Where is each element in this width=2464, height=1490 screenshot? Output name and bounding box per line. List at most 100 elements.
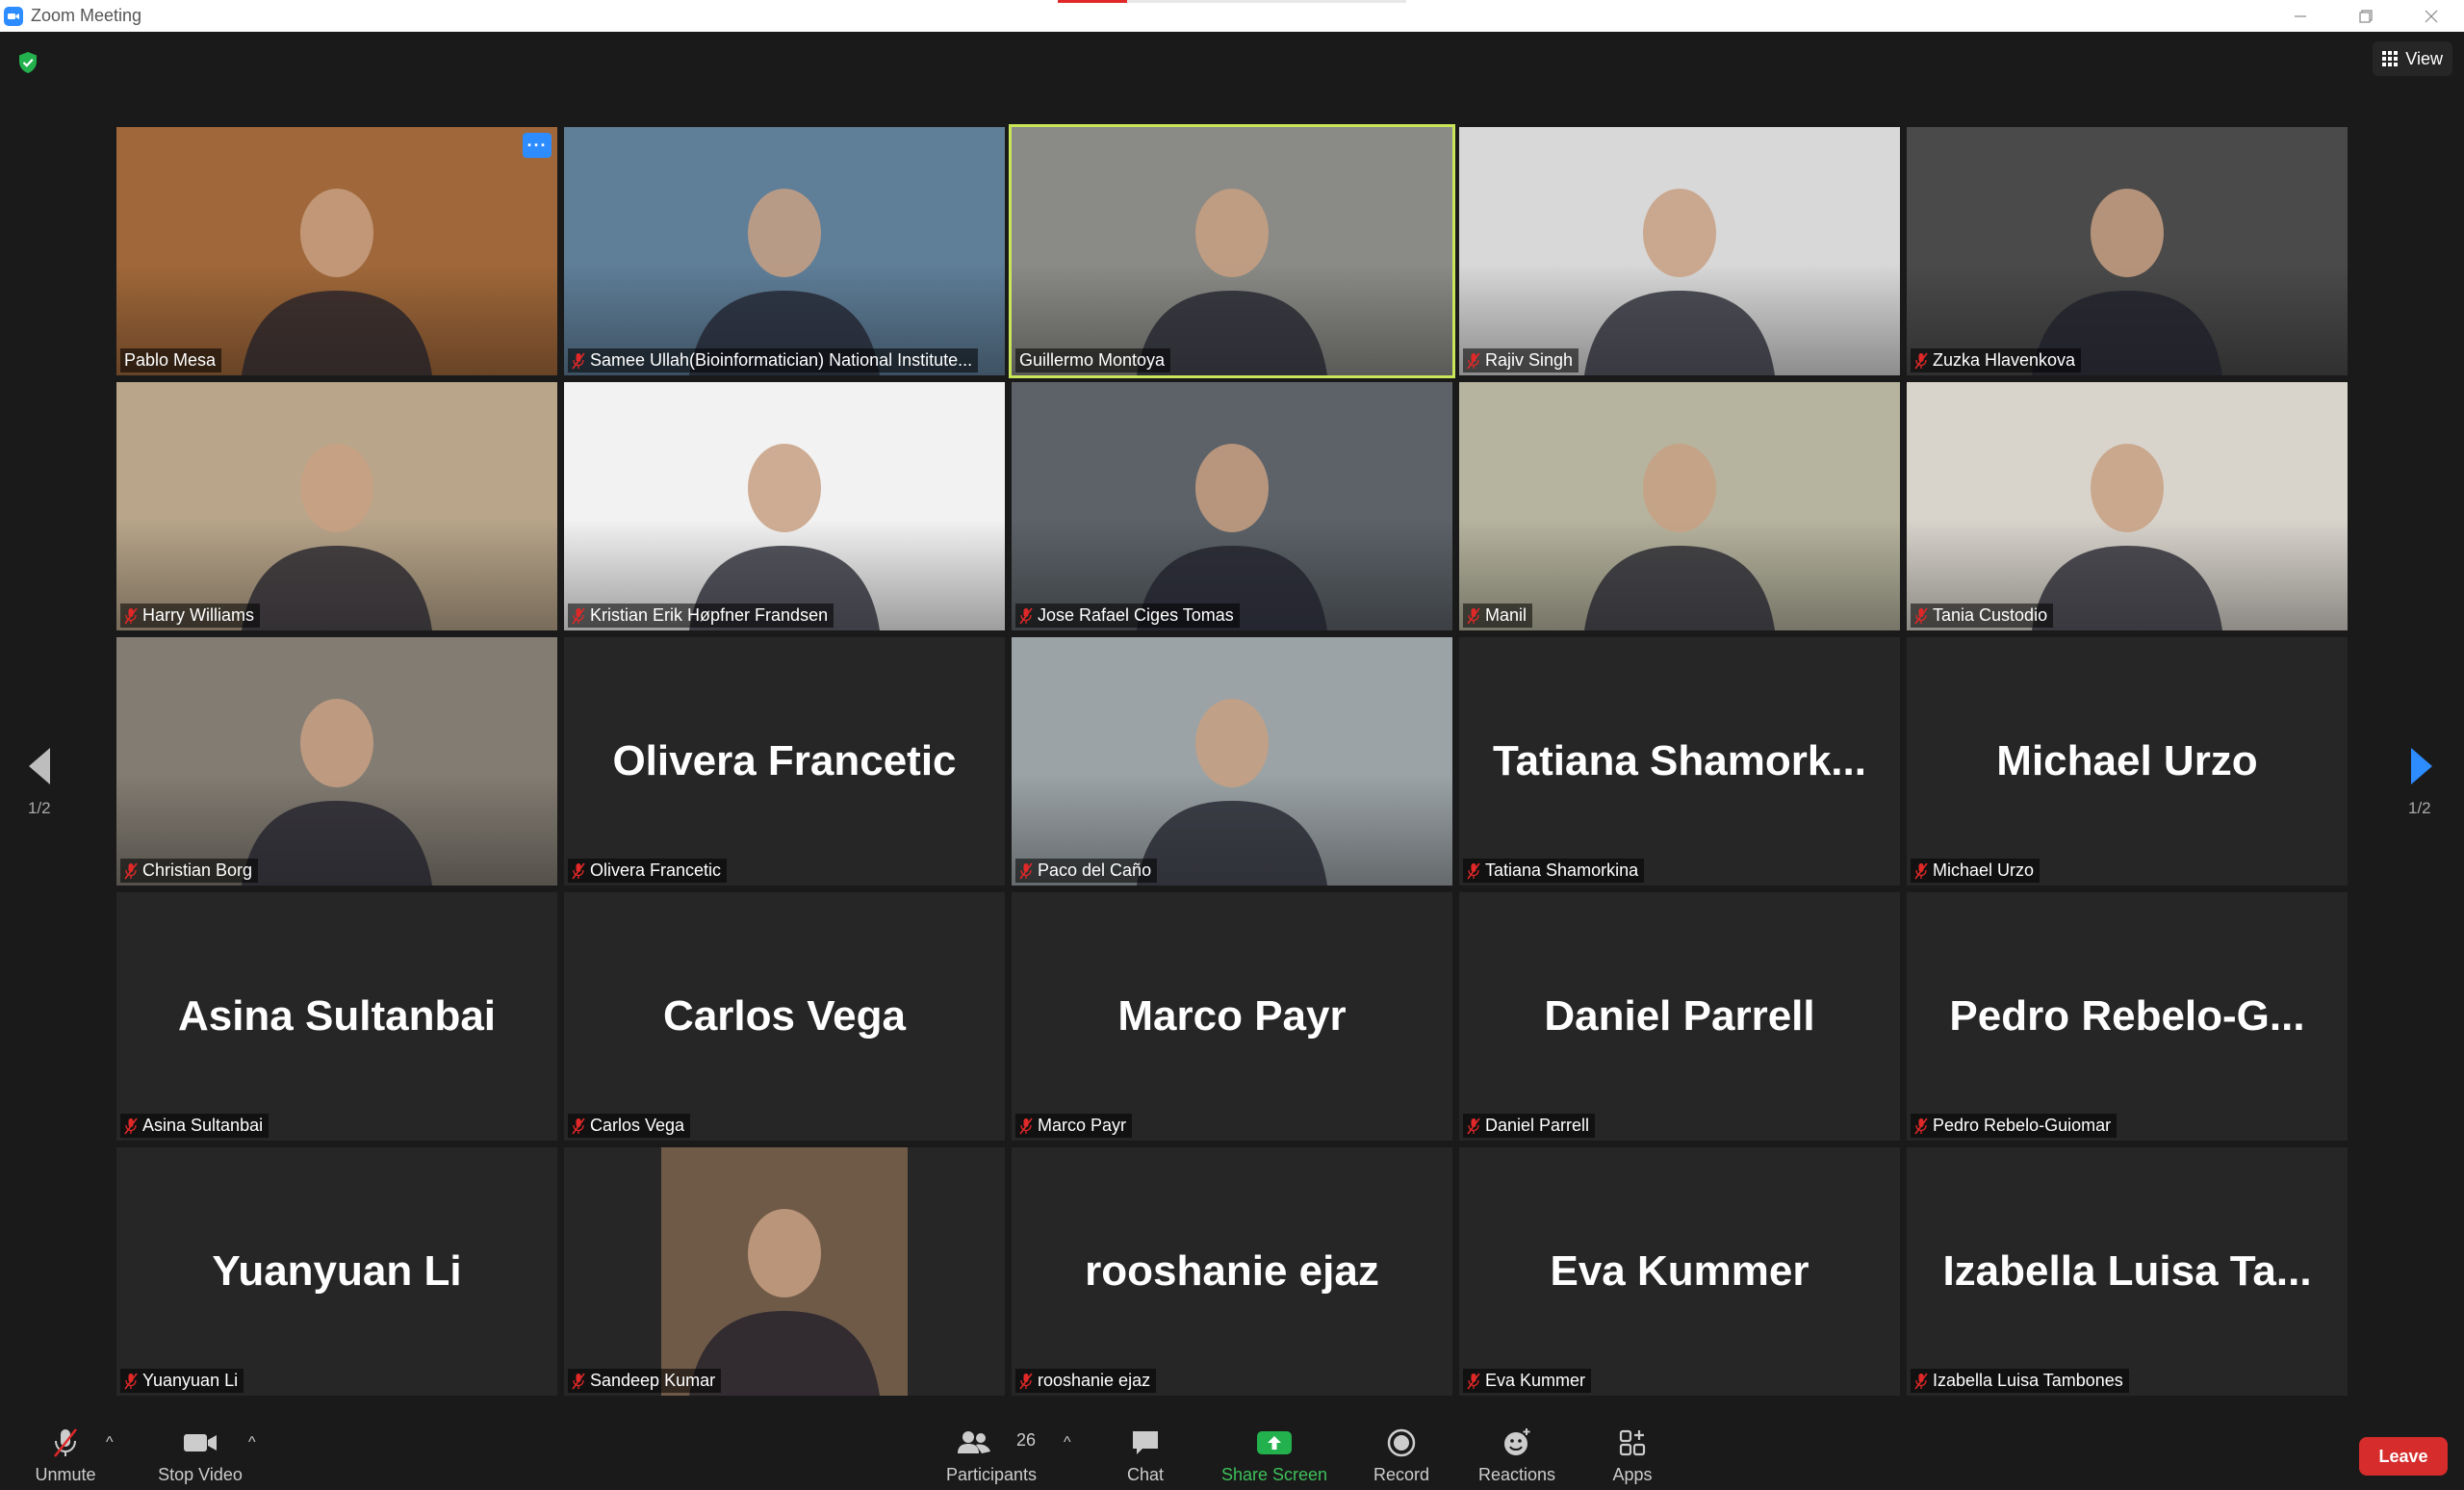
restore-button[interactable] bbox=[2333, 0, 2399, 32]
drag-handle[interactable] bbox=[1127, 0, 1406, 3]
participant-tile[interactable]: Daniel Parrell Daniel Parrell bbox=[1459, 892, 1900, 1141]
muted-microphone-icon bbox=[1019, 607, 1033, 624]
participant-silhouette bbox=[2032, 444, 2222, 630]
participant-silhouette bbox=[242, 189, 432, 375]
leave-button[interactable]: Leave bbox=[2359, 1437, 2448, 1476]
participant-tile[interactable]: Zuzka Hlavenkova bbox=[1907, 127, 2348, 375]
video-options-caret-icon[interactable]: ^ bbox=[248, 1434, 256, 1451]
participant-name-label: Izabella Luisa Tambones bbox=[1911, 1369, 2129, 1393]
participant-name: Olivera Francetic bbox=[590, 861, 722, 880]
participant-name-label: Tatiana Shamorkina bbox=[1463, 859, 1645, 883]
participant-name-label: Paco del Caño bbox=[1015, 859, 1158, 883]
participant-tile[interactable]: Guillermo Montoya bbox=[1009, 124, 1455, 378]
view-button[interactable]: View bbox=[2373, 41, 2452, 76]
participant-name-label: Samee Ullah(Bioinformatician) National I… bbox=[568, 348, 979, 372]
share-screen-icon bbox=[1257, 1431, 1292, 1454]
reactions-button[interactable]: Reactions bbox=[1469, 1405, 1565, 1490]
participant-tile[interactable]: Pedro Rebelo-G... Pedro Rebelo-Guiomar bbox=[1907, 892, 2348, 1141]
participant-name-label: rooshanie ejaz bbox=[1015, 1369, 1157, 1393]
participant-gallery: ··· Pablo Mesa Samee Ullah(Bioinformaticia… bbox=[116, 124, 2349, 1398]
participant-name: Michael Urzo bbox=[1933, 861, 2035, 880]
participant-name-label: Michael Urzo bbox=[1911, 859, 2040, 883]
participant-tile[interactable]: Izabella Luisa Ta... Izabella Luisa Tambo… bbox=[1907, 1147, 2348, 1396]
participant-name-label: Marco Payr bbox=[1015, 1114, 1133, 1138]
record-button[interactable]: Record bbox=[1363, 1405, 1440, 1490]
participant-tile[interactable]: Manil bbox=[1459, 382, 1900, 630]
participant-display-name: Daniel Parrell bbox=[1544, 992, 1815, 1040]
participant-display-name: Pedro Rebelo-G... bbox=[1949, 992, 2305, 1040]
muted-microphone-icon bbox=[1914, 1118, 1928, 1134]
participant-display-name: Izabella Luisa Ta... bbox=[1942, 1247, 2312, 1295]
muted-microphone-icon bbox=[1914, 352, 1928, 369]
participant-tile[interactable]: Paco del Caño bbox=[1012, 637, 1452, 886]
minimize-button[interactable] bbox=[2268, 0, 2333, 32]
participant-tile[interactable]: Asina Sultanbai Asina Sultanbai bbox=[116, 892, 557, 1141]
muted-microphone-icon bbox=[1914, 1373, 1928, 1389]
close-button[interactable] bbox=[2399, 0, 2464, 32]
more-options-button[interactable]: ··· bbox=[523, 133, 552, 158]
zoom-app-icon bbox=[4, 6, 23, 26]
page-indicator-right: 1/2 bbox=[2408, 799, 2431, 817]
participant-tile[interactable]: Kristian Erik Høpfner Frandsen bbox=[564, 382, 1005, 630]
participant-tile[interactable]: Sandeep Kumar bbox=[564, 1147, 1005, 1396]
participant-name: Pedro Rebelo-Guiomar bbox=[1933, 1116, 2112, 1135]
stop-video-button[interactable]: Stop Video bbox=[152, 1405, 248, 1490]
participant-tile[interactable]: Tania Custodio bbox=[1907, 382, 2348, 630]
participant-name: Tania Custodio bbox=[1933, 605, 2048, 625]
participant-tile[interactable]: Jose Rafael Ciges Tomas bbox=[1012, 382, 1452, 630]
participant-tile[interactable]: Tatiana Shamork... Tatiana Shamorkina bbox=[1459, 637, 1900, 886]
participant-tile[interactable]: Carlos Vega Carlos Vega bbox=[564, 892, 1005, 1141]
muted-microphone-icon bbox=[124, 862, 138, 879]
participant-silhouette bbox=[242, 444, 432, 630]
muted-microphone-icon bbox=[1467, 862, 1480, 879]
participant-name: Manil bbox=[1485, 605, 1527, 625]
participant-tile[interactable]: Samee Ullah(Bioinformatician) National I… bbox=[564, 127, 1005, 375]
chat-label: Chat bbox=[1126, 1465, 1165, 1484]
apps-button[interactable]: Apps bbox=[1594, 1405, 1671, 1490]
participant-display-name: Tatiana Shamork... bbox=[1493, 737, 1866, 784]
share-screen-label: Share Screen bbox=[1220, 1465, 1328, 1484]
unmute-button[interactable]: Unmute bbox=[27, 1405, 104, 1490]
audio-options-caret-icon[interactable]: ^ bbox=[106, 1434, 114, 1451]
muted-microphone-icon bbox=[124, 607, 138, 624]
participant-tile[interactable]: ··· Pablo Mesa bbox=[116, 127, 557, 375]
stop-video-label: Stop Video bbox=[158, 1465, 243, 1484]
participant-name-label: Harry Williams bbox=[120, 604, 260, 628]
unmute-label: Unmute bbox=[35, 1465, 96, 1484]
participant-tile[interactable]: Marco Payr Marco Payr bbox=[1012, 892, 1452, 1141]
chat-button[interactable]: Chat bbox=[1107, 1405, 1184, 1490]
window-title: Zoom Meeting bbox=[31, 6, 142, 25]
next-page-arrow-icon[interactable] bbox=[2407, 742, 2436, 790]
muted-microphone-icon bbox=[1019, 1373, 1033, 1389]
participant-tile[interactable]: Harry Williams bbox=[116, 382, 557, 630]
participant-name-label: Christian Borg bbox=[120, 859, 259, 883]
participant-tile[interactable]: Eva Kummer Eva Kummer bbox=[1459, 1147, 1900, 1396]
participant-count: 26 bbox=[1016, 1430, 1037, 1450]
muted-microphone-icon bbox=[124, 1118, 138, 1134]
participant-tile[interactable]: Michael Urzo Michael Urzo bbox=[1907, 637, 2348, 886]
grid-view-icon bbox=[2382, 51, 2399, 66]
participants-options-caret-icon[interactable]: ^ bbox=[1064, 1434, 1071, 1451]
participant-name: Kristian Erik Høpfner Frandsen bbox=[590, 605, 829, 625]
participant-name-label: Olivera Francetic bbox=[568, 859, 728, 883]
participant-name-label: Pedro Rebelo-Guiomar bbox=[1911, 1114, 2118, 1138]
previous-page-arrow-icon[interactable] bbox=[25, 742, 54, 790]
encryption-shield-icon[interactable] bbox=[17, 51, 38, 74]
participant-name: Izabella Luisa Tambones bbox=[1933, 1371, 2123, 1390]
participant-tile[interactable]: Olivera Francetic Olivera Francetic bbox=[564, 637, 1005, 886]
muted-microphone-icon bbox=[572, 1118, 585, 1134]
muted-microphone-icon bbox=[1467, 352, 1480, 369]
participant-tile[interactable]: Rajiv Singh bbox=[1459, 127, 1900, 375]
participant-tile[interactable]: Yuanyuan Li Yuanyuan Li bbox=[116, 1147, 557, 1396]
participant-display-name: Marco Payr bbox=[1117, 992, 1347, 1040]
participant-tile[interactable]: rooshanie ejaz rooshanie ejaz bbox=[1012, 1147, 1452, 1396]
recording-indicator bbox=[1058, 0, 1127, 3]
participant-silhouette bbox=[2032, 189, 2222, 375]
meeting-toolbar: Unmute ^ Stop Video ^ Participants 26 ^ … bbox=[0, 1405, 2464, 1490]
participant-tile[interactable]: Christian Borg bbox=[116, 637, 557, 886]
muted-microphone-icon bbox=[572, 607, 585, 624]
share-screen-button[interactable]: Share Screen bbox=[1217, 1405, 1332, 1490]
muted-microphone-icon bbox=[1467, 1373, 1480, 1389]
participant-name: Paco del Caño bbox=[1038, 861, 1152, 880]
participant-name-label: Guillermo Montoya bbox=[1015, 348, 1171, 372]
